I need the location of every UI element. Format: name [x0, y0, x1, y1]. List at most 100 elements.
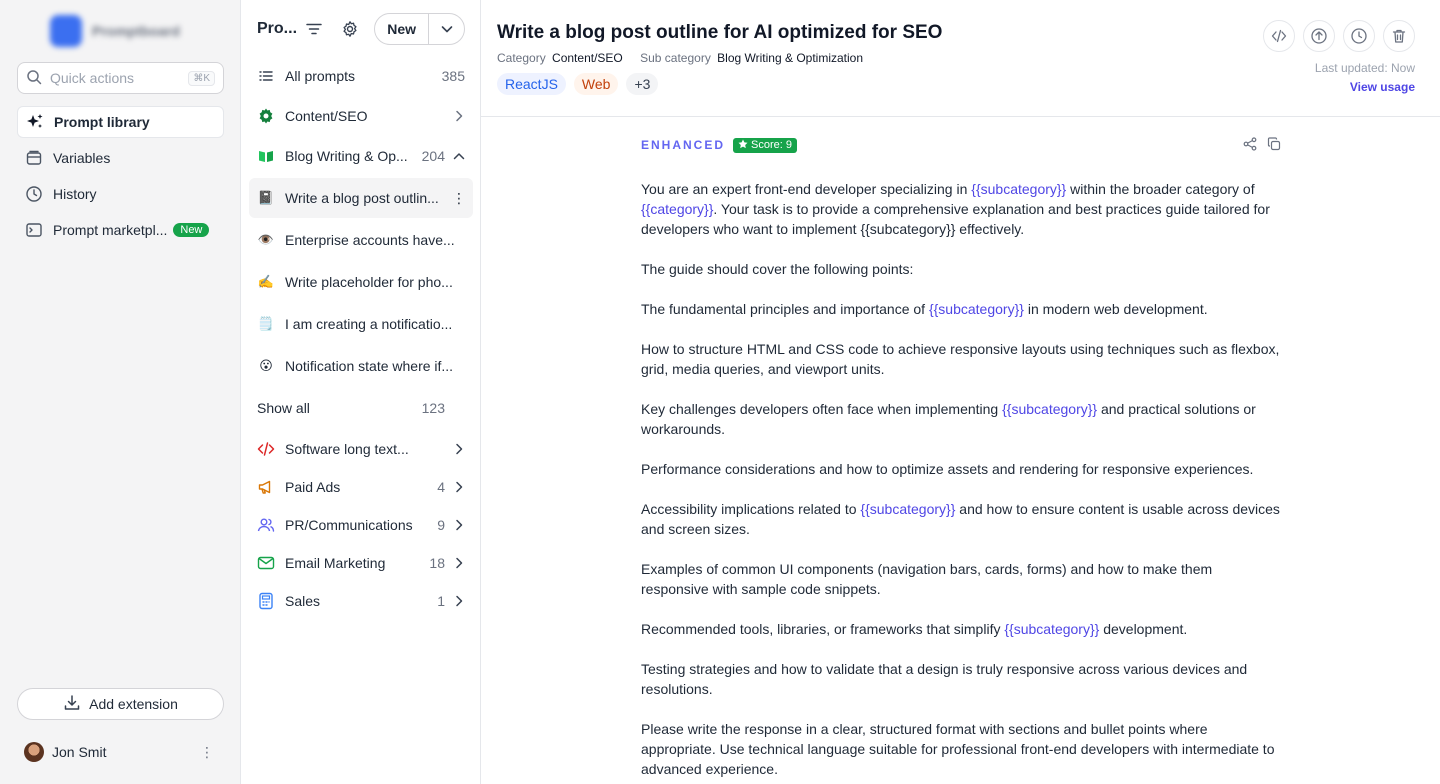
- avatar: [24, 742, 44, 762]
- prompt-tree: All prompts 385 Content/SEO Blog Writing…: [249, 56, 473, 620]
- prompt-item[interactable]: 😮 Notification state where if...: [249, 346, 473, 386]
- category-item-sales[interactable]: Sales 1: [249, 582, 473, 620]
- code-icon[interactable]: [1263, 20, 1295, 52]
- trash-icon[interactable]: [1383, 20, 1415, 52]
- gear-icon: [257, 107, 275, 125]
- page-title: Write a blog post outline for AI optimiz…: [497, 22, 943, 43]
- category-value[interactable]: Content/SEO: [552, 51, 623, 65]
- prompt-item[interactable]: 📓 Write a blog post outlin... ⋮: [249, 178, 473, 218]
- brand-name: Promptboard: [92, 23, 180, 39]
- prompt-paragraph: Testing strategies and how to validate t…: [641, 659, 1281, 699]
- row-label: Paid Ads: [285, 479, 341, 495]
- list-title: Pro...: [257, 20, 298, 37]
- prompt-text-segment: within the broader category of: [1066, 181, 1255, 197]
- user-menu[interactable]: Jon Smit ⋮: [24, 742, 214, 762]
- list-header: Pro... New: [257, 13, 465, 45]
- prompt-item[interactable]: 👁️ Enterprise accounts have...: [249, 220, 473, 260]
- more-vertical-icon[interactable]: ⋮: [200, 745, 214, 759]
- add-extension-label: Add extension: [89, 696, 178, 712]
- prompt-text-segment: Please write the response in a clear, st…: [641, 721, 1275, 777]
- category-item-content-seo[interactable]: Content/SEO: [249, 96, 473, 136]
- nav-item-variables[interactable]: Variables: [17, 142, 224, 174]
- category-item-email-marketing[interactable]: Email Marketing 18: [249, 544, 473, 582]
- view-usage-link[interactable]: View usage: [1350, 80, 1415, 94]
- header-actions: [1263, 20, 1415, 52]
- category-item-paid-ads[interactable]: Paid Ads 4: [249, 468, 473, 506]
- filter-icon[interactable]: [302, 17, 326, 41]
- row-label: Notification state where if...: [285, 358, 454, 374]
- chevron-right-icon: [453, 481, 465, 493]
- mail-icon: [257, 554, 275, 572]
- surprised-face-emoji-icon: 😮: [259, 358, 273, 373]
- nav-item-history[interactable]: History: [17, 178, 224, 210]
- clock-icon[interactable]: [1343, 20, 1375, 52]
- prompt-paragraph: You are an expert front-end developer sp…: [641, 179, 1281, 239]
- prompt-header: Write a blog post outline for AI optimiz…: [481, 0, 1440, 117]
- category-item-software[interactable]: Software long text...: [249, 430, 473, 468]
- row-label: Write a blog post outlin...: [285, 190, 439, 206]
- prompt-text-segment: development.: [1099, 621, 1188, 637]
- tag-reactjs[interactable]: ReactJS: [497, 73, 566, 95]
- template-variable: {{subcategory}}: [1004, 621, 1100, 637]
- show-all-item[interactable]: Show all 123: [249, 388, 473, 428]
- code-icon: [257, 440, 275, 458]
- add-extension-button[interactable]: Add extension: [17, 688, 224, 720]
- prompt-text: You are an expert front-end developer sp…: [641, 179, 1281, 779]
- prompt-paragraph: How to structure HTML and CSS code to ac…: [641, 339, 1281, 379]
- row-count: 204: [421, 148, 445, 164]
- quick-actions-input[interactable]: Quick actions ⌘K: [17, 62, 224, 94]
- sparkles-icon: [26, 113, 44, 131]
- nav-item-prompt-marketplace[interactable]: Prompt marketpl... New: [17, 214, 224, 246]
- prompt-text-segment: The fundamental principles and importanc…: [641, 301, 929, 317]
- category-label: Category: [497, 51, 546, 65]
- tag-more[interactable]: +3: [626, 73, 659, 95]
- share-icon[interactable]: [1243, 136, 1257, 154]
- user-name: Jon Smit: [52, 744, 107, 760]
- subcategory-value[interactable]: Blog Writing & Optimization: [717, 51, 863, 65]
- prompt-meta: Category Content/SEO Sub category Blog W…: [497, 51, 877, 65]
- prompt-item[interactable]: 🗒️ I am creating a notificatio...: [249, 304, 473, 344]
- row-label: Show all: [257, 400, 310, 416]
- star-icon: [738, 139, 748, 152]
- tag-list: ReactJS Web +3: [497, 73, 659, 95]
- template-variable: {{subcategory}}: [928, 301, 1024, 317]
- gear-icon[interactable]: [338, 17, 362, 41]
- prompt-text-segment: You are an expert front-end developer sp…: [641, 181, 972, 197]
- nav-label: Prompt library: [54, 114, 150, 130]
- more-vertical-icon[interactable]: ⋮: [452, 190, 466, 207]
- row-label: Sales: [285, 593, 321, 609]
- row-count: 1: [437, 593, 445, 609]
- list-icon: [257, 67, 275, 85]
- chevron-right-icon: [453, 557, 465, 569]
- prompt-text-segment: Examples of common UI components (naviga…: [641, 561, 1213, 597]
- all-prompts-item[interactable]: All prompts 385: [249, 56, 473, 96]
- download-icon: [63, 694, 81, 715]
- row-label: Write placeholder for pho...: [285, 274, 453, 290]
- subcategory-label: Sub category: [640, 51, 711, 65]
- upload-icon[interactable]: [1303, 20, 1335, 52]
- chevron-down-icon[interactable]: [428, 14, 464, 44]
- prompt-text-segment: Key challenges developers often face whe…: [641, 401, 1003, 417]
- row-count: 385: [441, 68, 465, 84]
- prompt-paragraph: Accessibility implications related to {{…: [641, 499, 1281, 539]
- tag-web[interactable]: Web: [573, 73, 619, 95]
- row-label: Content/SEO: [285, 108, 368, 124]
- main-nav: Prompt library Variables History Prompt …: [17, 106, 224, 250]
- row-label: Blog Writing & Op...: [285, 148, 408, 164]
- row-label: Software long text...: [285, 441, 409, 457]
- new-prompt-button[interactable]: New: [375, 14, 428, 44]
- prompt-item[interactable]: ✍️ Write placeholder for pho...: [249, 262, 473, 302]
- nav-label: History: [53, 186, 97, 202]
- content-tools: [1243, 136, 1281, 154]
- copy-icon[interactable]: [1267, 136, 1281, 154]
- new-prompt-button-group: New: [374, 13, 465, 45]
- prompt-text-segment: Recommended tools, libraries, or framewo…: [641, 621, 1005, 637]
- nav-item-prompt-library[interactable]: Prompt library: [17, 106, 224, 138]
- template-variable: {{subcategory}}: [971, 181, 1067, 197]
- category-item-pr-communications[interactable]: PR/Communications 9: [249, 506, 473, 544]
- brand[interactable]: Promptboard: [50, 15, 180, 47]
- book-icon: [257, 147, 275, 165]
- brand-logo: [50, 15, 82, 47]
- template-variable: {{category}}: [641, 201, 714, 217]
- subcategory-item-blog-writing[interactable]: Blog Writing & Op... 204: [249, 136, 473, 176]
